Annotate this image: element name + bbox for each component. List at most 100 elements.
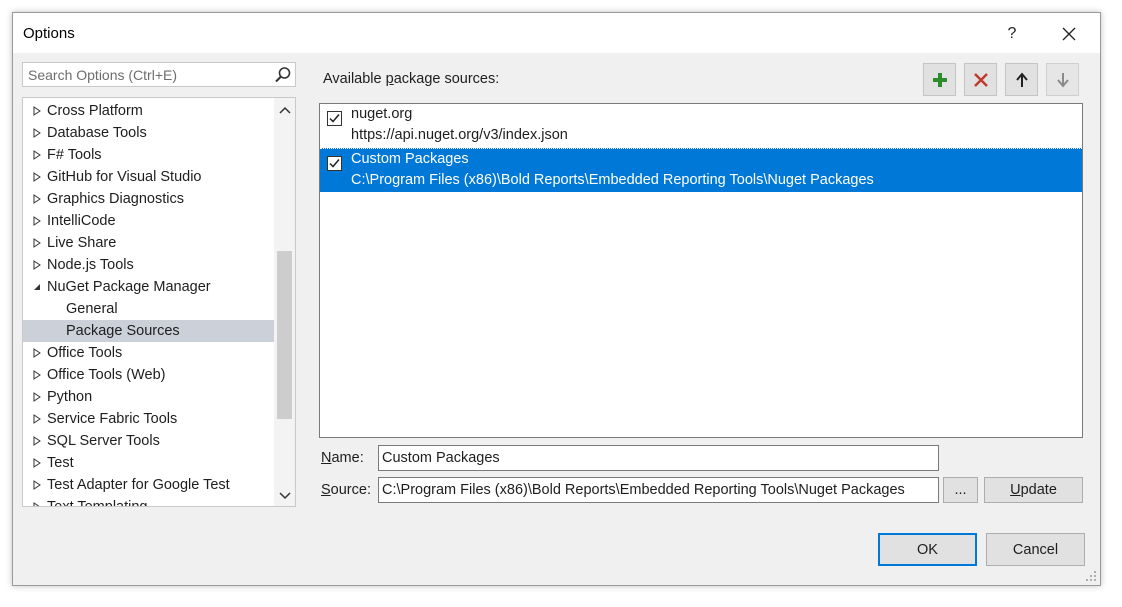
expand-arrow-icon[interactable] [32,414,42,424]
search-box [22,62,296,87]
tree-item-label: Node.js Tools [47,257,134,273]
tree-item[interactable]: Package Sources [23,320,274,342]
tree-item-label: GitHub for Visual Studio [47,169,202,185]
expand-arrow-icon[interactable] [32,458,42,468]
label-part: ame: [331,450,364,466]
move-down-button[interactable] [1046,63,1079,96]
tree-item-label: Text Templating [47,499,148,507]
tree-item-label: Cross Platform [47,103,143,119]
label-accel: U [1010,482,1021,498]
tree-item-label: Test Adapter for Google Test [47,477,230,493]
tree-item-label: Graphics Diagnostics [47,191,184,207]
scroll-down-button[interactable] [274,486,295,506]
resize-grip-icon[interactable] [1085,570,1097,582]
name-field[interactable] [378,445,939,471]
options-dialog: Options ? Cross Platform Database Tools F#… [12,12,1101,586]
ok-button[interactable]: OK [878,533,977,566]
tree-item-label: Package Sources [66,323,180,339]
tree-item[interactable]: Python [23,386,274,408]
close-button[interactable] [1049,21,1089,47]
expand-arrow-icon[interactable] [32,172,42,182]
expand-arrow-icon[interactable] [32,436,42,446]
tree-item-label: Test [47,455,74,471]
tree-item-label: Service Fabric Tools [47,411,178,427]
tree-item-label: Database Tools [47,125,147,141]
tree-item-label: F# Tools [47,147,102,163]
source-row-nuget[interactable]: nuget.org https://api.nuget.org/v3/index… [320,104,1082,148]
tree-item-label: NuGet Package Manager [47,279,211,295]
tree-item[interactable]: IntelliCode [23,210,274,232]
tree-item[interactable]: Live Share [23,232,274,254]
source-url: https://api.nuget.org/v3/index.json [351,127,568,143]
source-row-custom[interactable]: Custom Packages C:\Program Files (x86)\B… [320,148,1082,192]
x-icon [973,72,988,87]
source-checkbox[interactable] [327,156,342,171]
tree-item[interactable]: Test Adapter for Google Test [23,474,274,496]
tree-item[interactable]: Database Tools [23,122,274,144]
label-part: ackage sources: [393,71,500,87]
tree-item[interactable]: F# Tools [23,144,274,166]
tree-item[interactable]: General [23,298,274,320]
scroll-thumb[interactable] [277,251,292,419]
expand-arrow-icon[interactable] [32,194,42,204]
tree-item-label: Python [47,389,93,405]
expand-arrow-icon[interactable] [32,502,42,507]
plus-icon [932,72,947,87]
tree-item[interactable]: NuGet Package Manager [23,276,274,298]
arrow-down-icon [1056,72,1069,88]
tree-item[interactable]: Test [23,452,274,474]
expand-arrow-icon[interactable] [32,150,42,160]
scroll-up-button[interactable] [274,100,295,120]
label-part: ource: [330,482,371,498]
options-tree: Cross Platform Database Tools F# Tools GitH… [22,97,296,507]
tree-item-label: Office Tools (Web) [47,367,166,383]
name-label: Name: [321,450,364,466]
expand-arrow-icon[interactable] [32,480,42,490]
available-sources-label: Available package sources: [323,71,499,87]
tree-item[interactable]: Office Tools [23,342,274,364]
tree-item[interactable]: SQL Server Tools [23,430,274,452]
add-source-button[interactable] [923,63,956,96]
tree-item[interactable]: GitHub for Visual Studio [23,166,274,188]
collapse-arrow-icon[interactable] [32,282,42,292]
expand-arrow-icon[interactable] [32,370,42,380]
expand-arrow-icon[interactable] [32,392,42,402]
expand-arrow-icon[interactable] [32,216,42,226]
browse-button[interactable]: ... [943,477,978,503]
checkmark-icon [329,114,340,123]
label-accel: S [321,482,331,498]
tree-list: Cross Platform Database Tools F# Tools GitH… [23,100,274,507]
search-input[interactable] [23,63,274,86]
label-part: Available [323,71,386,87]
chevron-up-icon [278,106,291,114]
tree-item[interactable]: Service Fabric Tools [23,408,274,430]
expand-arrow-icon[interactable] [32,238,42,248]
source-name: nuget.org [351,106,413,122]
tree-item[interactable]: Graphics Diagnostics [23,188,274,210]
tree-item[interactable]: Node.js Tools [23,254,274,276]
source-name: Custom Packages [351,151,469,167]
tree-item-label: Live Share [47,235,117,251]
tree-item[interactable]: Cross Platform [23,100,274,122]
tree-item-label: General [66,301,118,317]
remove-source-button[interactable] [964,63,997,96]
close-icon [1062,27,1076,41]
tree-item[interactable]: Text Templating [23,496,274,507]
source-label: Source: [321,482,371,498]
tree-scrollbar[interactable] [274,98,295,506]
arrow-up-icon [1015,71,1028,87]
source-checkbox[interactable] [327,111,342,126]
search-icon[interactable] [274,66,292,84]
move-up-button[interactable] [1005,63,1038,96]
update-button[interactable]: Update [984,477,1083,503]
tree-item[interactable]: Office Tools (Web) [23,364,274,386]
expand-arrow-icon[interactable] [32,128,42,138]
cancel-button[interactable]: Cancel [986,533,1085,566]
expand-arrow-icon[interactable] [32,260,42,270]
expand-arrow-icon[interactable] [32,348,42,358]
source-field[interactable] [378,477,939,503]
tree-item-label: Office Tools [47,345,123,361]
help-button[interactable]: ? [992,21,1032,47]
label-accel: p [385,71,394,87]
expand-arrow-icon[interactable] [32,106,42,116]
